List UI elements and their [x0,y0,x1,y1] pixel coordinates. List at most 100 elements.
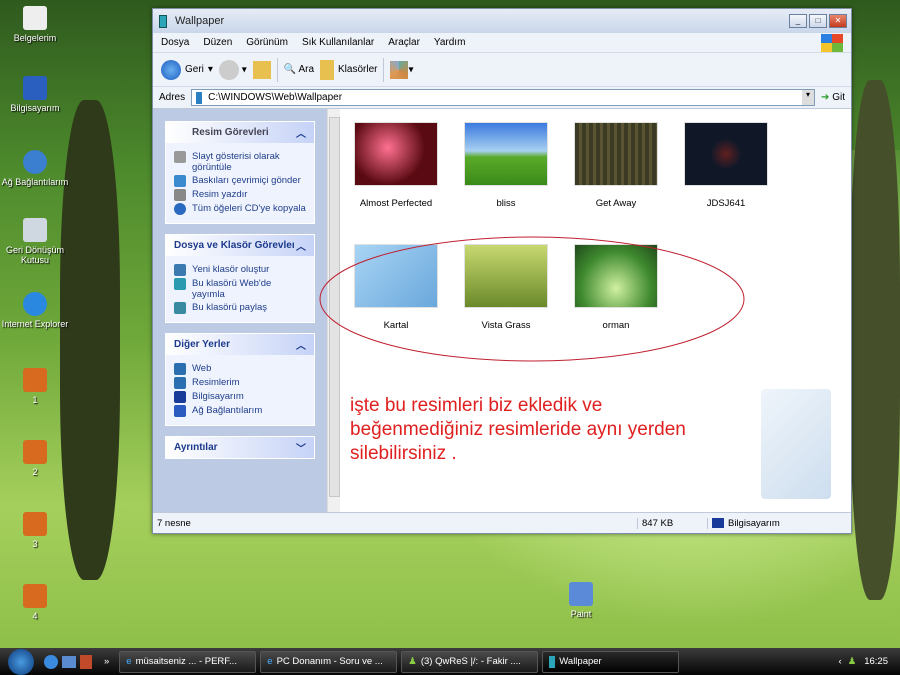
file-name: Get Away [595,198,637,209]
cd-icon [174,203,186,215]
computer-icon [174,391,186,403]
task-order-prints[interactable]: Baskıları çevrimiçi gönder [174,175,306,187]
file-name: JDSJ641 [706,198,746,209]
place-my-computer[interactable]: Bilgisayarım [174,391,306,403]
publish-web-icon [174,278,186,290]
menu-edit[interactable]: Düzen [203,37,232,48]
image-icon [23,440,47,464]
thumbnail [354,122,438,186]
address-value: C:\WINDOWS\Web\Wallpaper [208,92,343,103]
order-prints-icon [174,175,186,187]
desktop-icon-documents[interactable]: Belgelerim [0,6,70,43]
search-button[interactable]: 🔍 Ara [284,64,314,75]
place-my-pictures[interactable]: Resimlerim [174,377,306,389]
title-bar[interactable]: Wallpaper _ □ ✕ [153,9,851,33]
window-title: Wallpaper [175,15,225,27]
task-label: Bu klasörü Web'de yayımla [192,278,272,300]
desktop-icon-ie[interactable]: Internet Explorer [0,292,70,329]
desktop-icon-3[interactable]: 3 [0,512,70,549]
annotation-ellipse [319,236,745,362]
annotation-text: işte bu resimleri biz ekledik ve beğenme… [350,394,686,466]
taskbar-item-active[interactable]: Wallpaper [542,650,680,673]
quicklaunch-desktop-icon[interactable] [62,655,76,668]
taskbar-item[interactable]: e müsaitseniz ... - PERF... [119,650,257,673]
status-bar: 7 nesne 847 KB Bilgisayarım [153,512,851,533]
quicklaunch-ie-icon[interactable] [44,654,58,669]
start-button[interactable] [8,648,34,675]
status-count: 7 nesne [157,517,191,529]
forward-button[interactable]: ▾ [218,59,247,80]
desktop-icon-network[interactable]: Ağ Bağlantılarım [0,150,70,187]
desktop-icon-computer[interactable]: Bilgisayarım [0,76,70,113]
minimize-button[interactable]: _ [789,14,807,28]
taskbar-label: Wallpaper [559,656,602,667]
place-network[interactable]: Ağ Bağlantılarım [174,405,306,417]
close-button[interactable]: ✕ [829,14,847,28]
panel-title: Dosya ve Klasör Görevleri [174,240,294,251]
desktop-icon-1[interactable]: 1 [0,368,70,405]
clock[interactable]: 16:25 [864,656,888,667]
printer-icon [174,189,186,201]
panel-header[interactable]: Resim Görevleri ︿ [166,122,314,143]
task-publish-web[interactable]: Bu klasörü Web'de yayımla [174,278,306,300]
views-button[interactable]: ▾ [390,60,414,79]
desktop-icon-paint[interactable]: Paint [546,582,616,619]
go-button[interactable]: ➔ Git [821,92,845,103]
task-slideshow[interactable]: Slayt gösterisi olarak görüntüle [174,151,306,173]
folder-icon [549,655,556,668]
image-icon [23,584,47,608]
folders-label: Klasörler [338,64,378,75]
address-label: Adres [159,92,186,103]
task-pane: Resim Görevleri ︿ Slayt gösterisi olarak … [153,109,327,513]
desktop-icon-2[interactable]: 2 [0,440,70,477]
internet-explorer-icon [23,292,47,316]
up-folder-button[interactable] [252,60,271,79]
panel-header[interactable]: Diğer Yerler ︿ [166,334,314,355]
panel-header[interactable]: Ayrıntılar ﹀ [166,437,314,458]
quicklaunch-app-icon[interactable] [80,654,92,669]
task-label: Resim yazdır [192,189,248,200]
taskbar-item[interactable]: e PC Donanım - Soru ve ... [260,650,398,673]
address-dropdown[interactable]: ▾ [802,90,815,105]
place-label: Resimlerim [192,377,240,388]
menu-tools[interactable]: Araçlar [388,37,420,48]
file-item[interactable]: Get Away [566,122,666,209]
panel-picture-tasks: Resim Görevleri ︿ Slayt gösterisi olarak … [165,121,315,224]
taskbar-item[interactable]: ♟ (3) QwReS |/: - Fakir .... [401,650,539,673]
computer-icon [23,76,47,100]
menu-help[interactable]: Yardım [434,37,466,48]
address-input[interactable]: C:\WINDOWS\Web\Wallpaper ▾ [191,89,816,106]
go-label: Git [832,92,845,103]
desktop-icon-4[interactable]: 4 [0,584,70,621]
label: Internet Explorer [1,319,69,329]
folder-icon [196,91,203,104]
tray-expand-button[interactable]: ‹ [839,656,842,667]
search-label: Ara [298,64,314,75]
label: Bilgisayarım [10,103,60,113]
task-copy-cd[interactable]: Tüm öğeleri CD'ye kopyala [174,203,306,215]
desktop-icon-recycle-bin[interactable]: Geri Dönüşüm Kutusu [0,218,70,265]
quicklaunch-overflow[interactable]: » [104,656,109,667]
file-view: Almost Perfected bliss Get Away JDSJ641 … [319,109,851,513]
task-print[interactable]: Resim yazdır [174,189,306,201]
tray-messenger-icon[interactable]: ♟ [848,656,857,667]
maximize-button[interactable]: □ [809,14,827,28]
back-label: Geri [185,64,204,75]
forward-arrow-icon [218,59,239,80]
menu-favorites[interactable]: Sık Kullanılanlar [302,37,374,48]
task-new-folder[interactable]: Yeni klasör oluştur [174,264,306,276]
file-item[interactable]: JDSJ641 [676,122,776,209]
ie-icon: e [267,656,273,667]
file-name: Almost Perfected [359,198,433,209]
file-item[interactable]: bliss [456,122,556,209]
file-item[interactable]: Almost Perfected [346,122,446,209]
panel-header[interactable]: Dosya ve Klasör Görevleri ︿ [166,235,314,256]
folders-button[interactable]: Klasörler [320,59,378,80]
recycle-bin-icon [23,218,47,242]
taskbar: » e müsaitseniz ... - PERF... e PC Donanım… [0,648,900,675]
task-share-folder[interactable]: Bu klasörü paylaş [174,302,306,314]
place-web[interactable]: Web [174,363,306,375]
menu-view[interactable]: Görünüm [246,37,288,48]
menu-file[interactable]: Dosya [161,37,189,48]
back-button[interactable]: Geri ▾ [161,59,213,80]
